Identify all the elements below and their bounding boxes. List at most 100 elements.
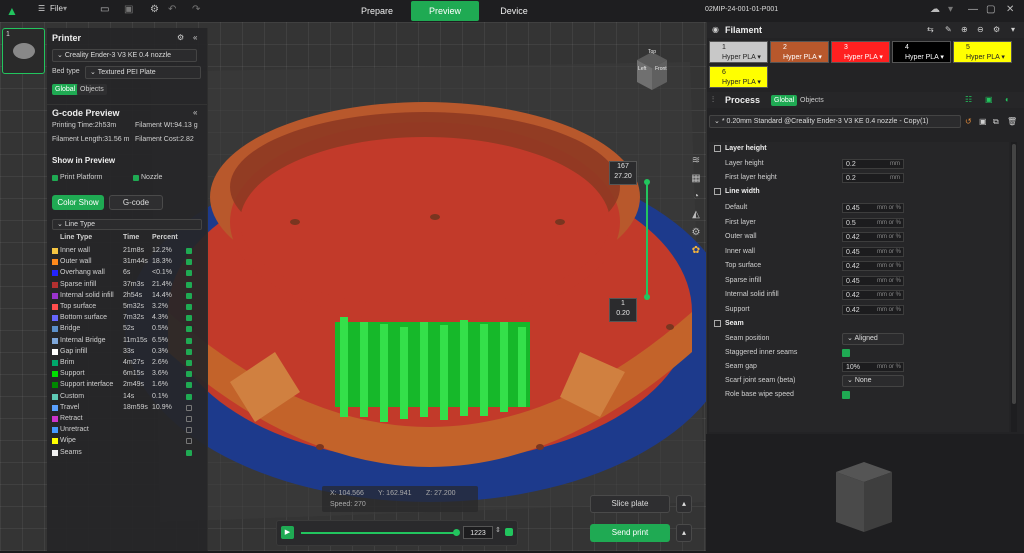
gear-icon[interactable]: ⚙ (993, 25, 1000, 34)
chevron-down-icon[interactable]: ▾ (818, 54, 822, 61)
send-print-button[interactable]: Send print (590, 524, 670, 542)
line-type-visibility-checkbox[interactable] (186, 315, 192, 322)
slice-options-button[interactable]: ▴ (676, 495, 692, 513)
layer-step-input[interactable]: 1223 (463, 526, 493, 539)
scope-objects-toggle[interactable]: Objects (77, 84, 107, 95)
settings-scrollbar[interactable] (1011, 142, 1017, 432)
filament-slot[interactable]: 6 Hyper PLA ▾ (709, 66, 768, 88)
collapse-icon[interactable]: « (193, 33, 197, 42)
color-icon[interactable]: ✿ (690, 245, 702, 257)
chevron-down-icon[interactable]: ▾ (879, 54, 883, 61)
line-type-visibility-checkbox[interactable] (186, 326, 192, 333)
save-icon[interactable]: ▣ (979, 117, 987, 126)
plate-thumbnail[interactable]: 1 (2, 28, 45, 74)
toggle-advanced-icon[interactable]: ◐ (1005, 95, 1010, 104)
line-type-visibility-checkbox[interactable] (186, 393, 192, 400)
process-global-toggle[interactable]: Global (771, 95, 798, 106)
color-show-button[interactable]: Color Show (52, 195, 104, 210)
chevron-down-icon[interactable]: ▾ (1011, 25, 1015, 34)
filament-slot[interactable]: 4 Hyper PLA ▾ (892, 41, 951, 63)
line-type-visibility-checkbox[interactable] (186, 382, 192, 389)
compare-icon[interactable]: ▣ (985, 95, 993, 104)
add-icon[interactable]: ⊕ (961, 25, 968, 34)
gauge-icon[interactable]: ◔ (690, 191, 702, 203)
tab-preview[interactable]: Preview (411, 1, 479, 21)
line-type-visibility-checkbox[interactable] (186, 248, 192, 254)
redo-icon[interactable]: ↷ (192, 4, 200, 15)
open-folder-icon[interactable]: ▭ (100, 4, 109, 15)
scrollbar-thumb[interactable] (1012, 144, 1016, 404)
slice-plate-button[interactable]: Slice plate (590, 495, 670, 513)
collapse-icon[interactable]: « (193, 108, 197, 117)
line-type-visibility-checkbox[interactable] (186, 348, 192, 355)
line-type-visibility-checkbox[interactable] (186, 449, 192, 456)
seam-position-select[interactable]: ⌄ Aligned (842, 333, 904, 345)
line-type-visibility-checkbox[interactable] (186, 304, 192, 310)
line-type-visibility-checkbox[interactable] (186, 259, 192, 266)
line-type-name: Internal Bridge (60, 336, 106, 344)
chevron-down-icon[interactable]: ▾ (757, 54, 761, 61)
scope-global-toggle[interactable]: Global (52, 84, 79, 95)
list-icon[interactable]: ☷ (965, 95, 972, 104)
nozzle-checkbox[interactable] (133, 175, 139, 181)
line-type-visibility-checkbox[interactable] (186, 292, 192, 299)
remove-icon[interactable]: ⊖ (977, 25, 984, 34)
close-icon[interactable]: ✕ (1006, 4, 1014, 15)
chevron-down-icon[interactable]: ▾ (940, 54, 944, 61)
printer-select[interactable]: ⌄ Creality Ender-3 V3 KE 0.4 nozzle (52, 49, 197, 62)
line-type-visibility-checkbox[interactable] (186, 371, 192, 378)
measure-icon[interactable]: ◭ (690, 209, 702, 221)
stop-icon[interactable] (505, 528, 513, 536)
line-type-visibility-checkbox[interactable] (186, 281, 192, 288)
reset-icon[interactable]: ↺ (965, 117, 972, 126)
menu-icon[interactable]: ☰ (38, 4, 45, 13)
bed-type-select[interactable]: ⌄ Textured PEI Plate (85, 66, 201, 79)
gear-icon[interactable]: ⚙ (150, 4, 159, 15)
settings-icon[interactable]: ⚙ (690, 227, 702, 239)
process-objects-toggle[interactable]: Objects (797, 95, 827, 106)
minimize-icon[interactable]: — (968, 4, 978, 15)
chevron-down-icon[interactable]: ▾ (1001, 54, 1005, 61)
print-options-button[interactable]: ▴ (676, 524, 692, 542)
undo-icon[interactable]: ↶ (168, 4, 176, 15)
line-type-visibility-checkbox[interactable] (186, 404, 192, 411)
edit-icon[interactable]: ✎ (945, 25, 952, 34)
move-slider[interactable] (301, 532, 456, 534)
filament-slot[interactable]: 2 Hyper PLA ▾ (770, 41, 829, 63)
cloud-upload-icon[interactable]: ☁ (930, 4, 940, 15)
filament-slot[interactable]: 3 Hyper PLA ▾ (831, 41, 890, 63)
move-slider-handle[interactable] (453, 529, 460, 536)
tab-device[interactable]: Device (484, 1, 544, 21)
sync-icon[interactable]: ⇆ (927, 25, 934, 34)
line-type-visibility-checkbox[interactable] (186, 270, 192, 277)
view-icon[interactable]: ▦ (690, 173, 702, 185)
file-menu[interactable]: File (50, 4, 63, 13)
line-type-visibility-checkbox[interactable] (186, 360, 192, 366)
line-type-visibility-checkbox[interactable] (186, 337, 192, 344)
print-platform-checkbox[interactable] (52, 175, 58, 181)
layers-icon[interactable]: ≋ (690, 155, 702, 167)
scarf-seam-select[interactable]: ⌄ None (842, 375, 904, 387)
printer-settings-icon[interactable]: ⚙ (177, 33, 184, 42)
save-icon[interactable]: ▣ (124, 4, 133, 15)
stepper-icon[interactable]: ⇕ (495, 526, 501, 534)
staggered-seams-checkbox[interactable] (842, 349, 850, 357)
layer-slider-top-handle[interactable] (644, 179, 650, 185)
filament-slot[interactable]: 1 Hyper PLA ▾ (709, 41, 768, 63)
play-icon[interactable]: ▶ (281, 526, 294, 539)
gcode-button[interactable]: G-code (109, 195, 163, 210)
copy-icon[interactable]: ⧉ (993, 117, 999, 127)
layer-slider-bottom-handle[interactable] (644, 294, 650, 300)
line-type-visibility-checkbox[interactable] (186, 416, 192, 422)
line-type-visibility-checkbox[interactable] (186, 427, 192, 434)
line-type-select[interactable]: ⌄ Line Type (52, 219, 202, 230)
filament-slot[interactable]: 5 Hyper PLA ▾ (953, 41, 1012, 63)
line-type-time: 37m3s (123, 280, 145, 288)
line-type-visibility-checkbox[interactable] (186, 438, 192, 445)
maximize-icon[interactable]: ▢ (986, 4, 995, 15)
chevron-down-icon[interactable]: ▾ (757, 79, 761, 86)
process-profile-select[interactable]: ⌄ * 0.20mm Standard @Creality Ender-3 V3… (709, 115, 961, 128)
delete-icon[interactable]: 🗑 (1007, 117, 1017, 126)
tab-prepare[interactable]: Prepare (347, 1, 407, 21)
role-wipe-speed-checkbox[interactable] (842, 391, 850, 399)
